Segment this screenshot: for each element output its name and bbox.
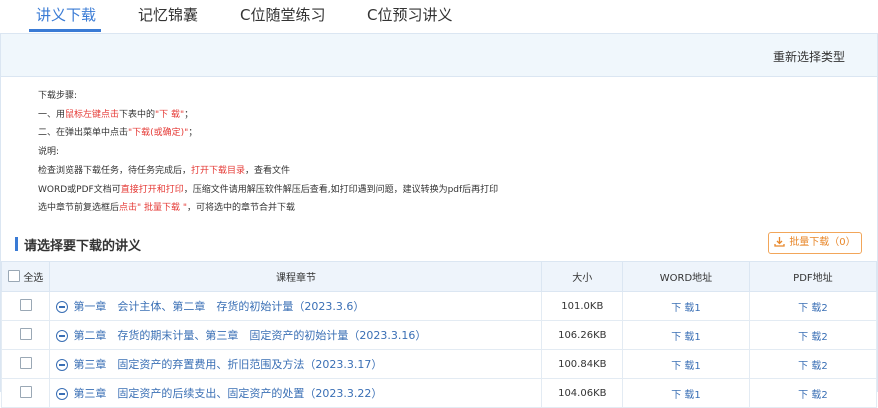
pdf-cell: 下 载2	[748, 291, 878, 321]
note-text: ，可将选中的章节合并下载	[187, 203, 296, 214]
row-checkbox[interactable]	[19, 299, 32, 311]
note-1: 检查浏览器下载任务，待任务完成后，打开下载目录，查看文件	[38, 162, 498, 181]
step-text: ；	[184, 109, 194, 120]
row-select-cell	[0, 378, 51, 408]
chapter-title: 第三章 固定资产的后续支出、固定资产的处置（2023.3.22）	[73, 387, 383, 400]
size-cell: 106.26KB	[541, 320, 624, 350]
word-cell: 下 载1	[622, 291, 750, 321]
note-text: ，查看文件	[245, 165, 291, 176]
chapter-header: 课程章节	[49, 261, 543, 292]
table-header-row: 全选 课程章节 大小 WORD地址 PDF地址	[0, 261, 878, 292]
word-cell: 下 载1	[622, 320, 750, 350]
pdf-download-link[interactable]: 下 载2	[798, 390, 828, 401]
table-row: 第三章 固定资产的弃置费用、折旧范围及方法（2023.3.17） 100.84K…	[0, 349, 878, 379]
pdf-header: PDF地址	[748, 261, 878, 292]
table-row: 第一章 会计主体、第二章 存货的初始计量（2023.3.6） 101.0KB 下…	[0, 291, 878, 321]
panel-header: 重新选择类型	[1, 34, 877, 77]
pdf-download-link[interactable]: 下 载2	[798, 303, 828, 314]
note-text: 检查浏览器下载任务，待任务完成后，	[38, 165, 192, 176]
size-cell: 100.84KB	[541, 349, 624, 379]
step-highlight: "下载(或确定)"	[128, 128, 189, 139]
word-download-link[interactable]: 下 载1	[671, 303, 701, 314]
steps-title: 下载步骤:	[38, 91, 78, 101]
row-select-cell	[0, 320, 51, 350]
row-select-cell	[0, 291, 51, 321]
collapse-icon[interactable]	[56, 388, 69, 400]
batch-download-button[interactable]: 批量下载（0）	[768, 232, 862, 254]
word-download-link[interactable]: 下 载1	[671, 332, 701, 343]
note-title: 说明:	[38, 147, 60, 158]
note-text: ，压缩文件请用解压软件解压后查看,如打印遇到问题，建议转换为pdf后再打印	[183, 184, 499, 195]
step-text: ；	[188, 128, 198, 139]
size-header: 大小	[541, 261, 624, 292]
chapter-title: 第一章 会计主体、第二章 存货的初始计量（2023.3.6）	[73, 300, 365, 313]
select-all-header[interactable]: 全选	[0, 261, 51, 292]
word-header: WORD地址	[622, 261, 750, 292]
tab-bar: 讲义下载 记忆锦囊 C位随堂练习 C位预习讲义	[0, 0, 878, 34]
pdf-download-link[interactable]: 下 载2	[798, 361, 828, 372]
step-highlight: "下 载"	[155, 109, 185, 120]
chapter-cell[interactable]: 第三章 固定资产的后续支出、固定资产的处置（2023.3.22）	[49, 378, 543, 408]
collapse-icon[interactable]	[56, 359, 69, 371]
chapter-cell[interactable]: 第一章 会计主体、第二章 存货的初始计量（2023.3.6）	[49, 291, 543, 321]
download-instructions: 下载步骤: 一、用鼠标左键点击下表中的"下 载"； 二、在弹出菜单中点击"下载(…	[38, 87, 498, 218]
row-checkbox[interactable]	[19, 386, 32, 398]
pdf-download-link[interactable]: 下 载2	[798, 332, 828, 343]
word-download-link[interactable]: 下 载1	[671, 361, 701, 372]
chapter-title: 第二章 存货的期末计量、第三章 固定资产的初始计量（2023.3.16）	[73, 329, 427, 342]
size-cell: 104.06KB	[541, 378, 624, 408]
download-panel: 重新选择类型 下载步骤: 一、用鼠标左键点击下表中的"下 载"； 二、在弹出菜单…	[0, 33, 878, 408]
step-text: 一、用	[38, 109, 66, 120]
select-all-label: 全选	[23, 273, 44, 284]
row-select-cell	[0, 349, 51, 379]
chapter-title: 第三章 固定资产的弃置费用、折旧范围及方法（2023.3.17）	[73, 358, 383, 371]
step-text: 二、在弹出菜单中点击	[38, 128, 129, 139]
table-row: 第二章 存货的期末计量、第三章 固定资产的初始计量（2023.3.16） 106…	[0, 320, 878, 350]
word-cell: 下 载1	[622, 349, 750, 379]
tab-c-preview[interactable]: C位预习讲义	[367, 4, 452, 25]
note-highlight: 直接打开和打印	[120, 184, 184, 195]
note-highlight: 打开下载目录	[191, 165, 246, 176]
step-2: 二、在弹出菜单中点击"下载(或确定)"；	[38, 124, 498, 143]
row-checkbox[interactable]	[19, 357, 32, 369]
step-text: 下表中的	[119, 109, 156, 120]
collapse-icon[interactable]	[56, 330, 69, 342]
section-title: 请选择要下载的讲义	[15, 235, 141, 254]
tab-c-practice[interactable]: C位随堂练习	[240, 4, 325, 25]
note-highlight: 点击" 批量下载 "	[119, 203, 188, 214]
reselect-type-link[interactable]: 重新选择类型	[773, 48, 845, 65]
pdf-cell: 下 载2	[748, 378, 878, 408]
step-highlight: 鼠标左键点击	[65, 109, 120, 120]
note-3: 选中章节前复选框后点击" 批量下载 "，可将选中的章节合并下载	[38, 199, 498, 218]
chapter-cell[interactable]: 第二章 存货的期末计量、第三章 固定资产的初始计量（2023.3.16）	[49, 320, 543, 350]
download-icon	[774, 237, 785, 247]
word-download-link[interactable]: 下 载1	[671, 390, 701, 401]
tab-memory-tips[interactable]: 记忆锦囊	[138, 4, 198, 25]
pdf-cell: 下 载2	[748, 320, 878, 350]
note-2: WORD或PDF文档可直接打开和打印，压缩文件请用解压软件解压后查看,如打印遇到…	[38, 181, 498, 200]
step-1: 一、用鼠标左键点击下表中的"下 载"；	[38, 106, 498, 125]
collapse-icon[interactable]	[56, 301, 69, 313]
handout-table: 全选 课程章节 大小 WORD地址 PDF地址 第一章 会计主体、第二章 存货的…	[0, 261, 878, 408]
note-text: WORD或PDF文档可	[38, 184, 121, 195]
word-cell: 下 载1	[622, 378, 750, 408]
select-all-checkbox[interactable]	[8, 270, 21, 282]
row-checkbox[interactable]	[19, 328, 32, 340]
chapter-cell[interactable]: 第三章 固定资产的弃置费用、折旧范围及方法（2023.3.17）	[49, 349, 543, 379]
note-text: 选中章节前复选框后	[38, 203, 120, 214]
tab-handout-download[interactable]: 讲义下载	[36, 4, 96, 25]
pdf-cell: 下 载2	[748, 349, 878, 379]
size-cell: 101.0KB	[541, 291, 624, 321]
batch-download-label: 批量下载（0）	[789, 237, 856, 248]
table-row: 第三章 固定资产的后续支出、固定资产的处置（2023.3.22） 104.06K…	[0, 378, 878, 408]
active-tab-indicator	[29, 29, 101, 32]
